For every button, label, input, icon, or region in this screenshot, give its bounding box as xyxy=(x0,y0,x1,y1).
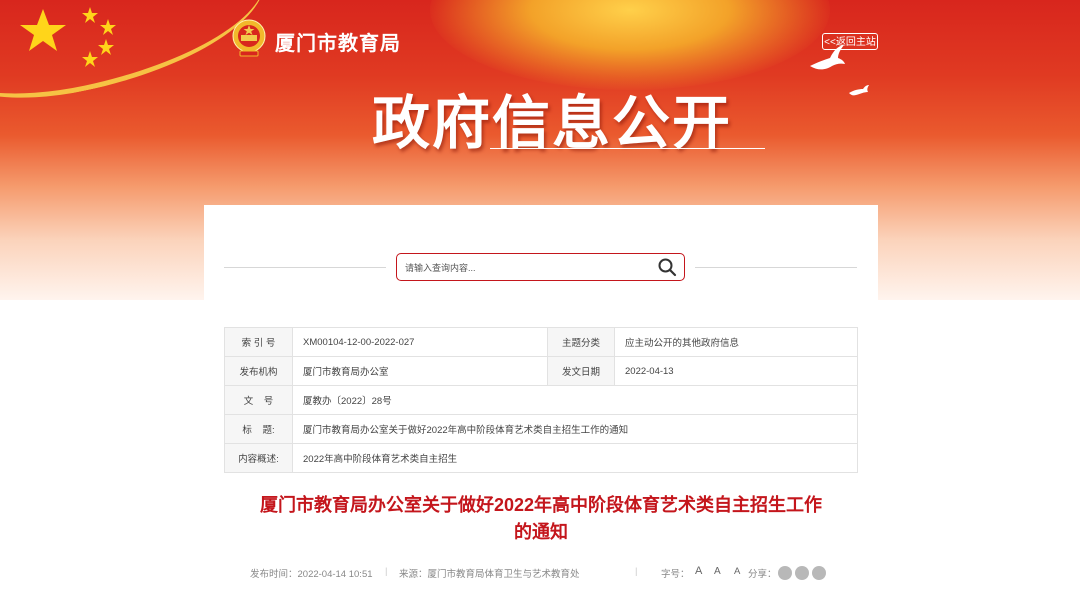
table-row: 标 题: 厦门市教育局办公室关于做好2022年高中阶段体育艺术类自主招生工作的通… xyxy=(224,414,858,444)
table-row: 内容概述: 2022年高中阶段体育艺术类自主招生 xyxy=(224,443,858,473)
search-divider-left xyxy=(224,267,386,268)
weibo-share-icon[interactable] xyxy=(778,566,792,580)
category-value: 应主动公开的其他政府信息 xyxy=(614,327,858,357)
flag-stars-icon xyxy=(20,7,116,67)
font-small-button[interactable]: A xyxy=(734,566,740,577)
search-icon[interactable] xyxy=(657,257,677,277)
wechat-share-icon[interactable] xyxy=(795,566,809,580)
dove-small-icon xyxy=(849,85,869,96)
index-value: XM00104-12-00-2022-027 xyxy=(292,327,548,357)
article-title: 厦门市教育局办公室关于做好2022年高中阶段体育艺术类自主招生工作 的通知 xyxy=(224,492,858,546)
title-label: 标 题: xyxy=(224,414,293,444)
qzone-share-icon[interactable] xyxy=(812,566,826,580)
share-label: 分享： xyxy=(748,569,777,580)
article-source: 来源：厦门市教育局体育卫生与艺术教育处 xyxy=(399,569,580,580)
search-input[interactable] xyxy=(403,258,647,278)
site-name[interactable]: 厦门市教育局 xyxy=(275,27,401,56)
category-label: 主题分类 xyxy=(547,327,615,357)
article-title-line2: 的通知 xyxy=(514,522,568,542)
date-value: 2022-04-13 xyxy=(614,356,858,386)
hero-underline xyxy=(490,148,765,149)
title-value: 厦门市教育局办公室关于做好2022年高中阶段体育艺术类自主招生工作的通知 xyxy=(292,414,858,444)
font-size-label: 字号： xyxy=(661,569,690,580)
dove-icon xyxy=(810,45,845,70)
publish-time: 发布时间：2022-04-14 10:51 xyxy=(250,569,373,580)
table-row: 文 号 厦教办〔2022〕28号 xyxy=(224,385,858,415)
doc-number-value: 厦教办〔2022〕28号 xyxy=(292,385,858,415)
publisher-value: 厦门市教育局办公室 xyxy=(292,356,548,386)
table-row: 索 引 号 XM00104-12-00-2022-027 主题分类 应主动公开的… xyxy=(224,327,858,357)
search-divider-right xyxy=(695,267,857,268)
date-label: 发文日期 xyxy=(547,356,615,386)
national-emblem-icon xyxy=(232,19,266,57)
divider: | xyxy=(635,566,638,577)
article-title-line1: 厦门市教育局办公室关于做好2022年高中阶段体育艺术类自主招生工作 xyxy=(259,495,823,515)
font-medium-button[interactable]: A xyxy=(714,566,721,577)
search-box xyxy=(396,253,685,281)
summary-value: 2022年高中阶段体育艺术类自主招生 xyxy=(292,443,858,473)
publisher-label: 发布机构 xyxy=(224,356,293,386)
doc-number-label: 文 号 xyxy=(224,385,293,415)
summary-label: 内容概述: xyxy=(224,443,293,473)
table-row: 发布机构 厦门市教育局办公室 发文日期 2022-04-13 xyxy=(224,356,858,386)
font-large-button[interactable]: A xyxy=(695,565,702,577)
index-label: 索 引 号 xyxy=(224,327,293,357)
article-info-row: 发布时间：2022-04-14 10:51 | 来源：厦门市教育局体育卫生与艺术… xyxy=(250,565,850,580)
document-info-table: 索 引 号 XM00104-12-00-2022-027 主题分类 应主动公开的… xyxy=(224,327,858,473)
divider: | xyxy=(385,566,388,577)
